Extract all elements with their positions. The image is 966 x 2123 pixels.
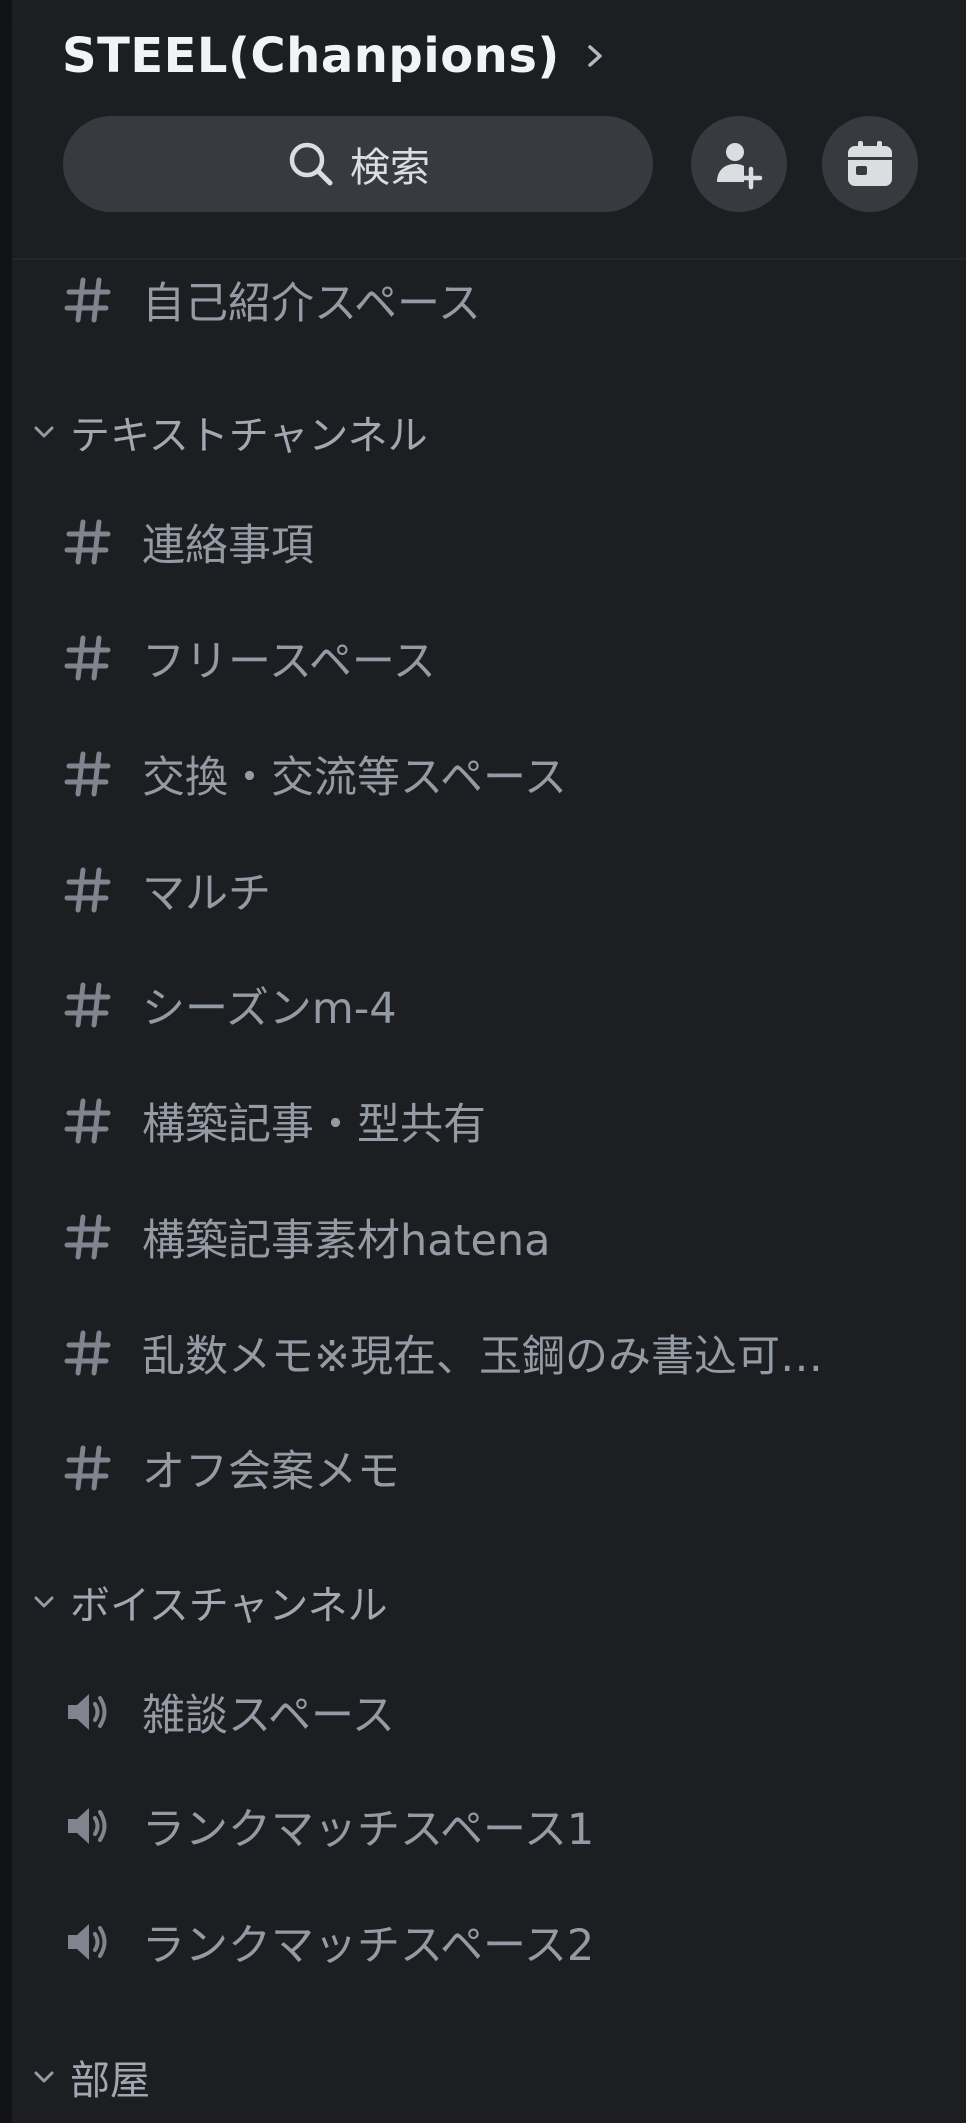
hash-icon <box>64 518 112 566</box>
server-name-button[interactable]: STEEL(Chanpions) <box>62 24 608 88</box>
channel-item-announcements[interactable]: 連絡事項 <box>12 492 966 592</box>
category-label: ボイスチャンネル <box>70 1583 388 1629</box>
channel-item-self-introduction[interactable]: 自己紹介スペース <box>12 250 966 350</box>
search-icon <box>289 142 333 186</box>
chevron-down-icon <box>34 2071 54 2083</box>
hash-icon <box>64 750 112 798</box>
speaker-icon <box>64 1802 112 1850</box>
channel-name: フリースペース <box>142 637 436 687</box>
app-screen: STEEL(Chanpions) 検索 自己紹介スペース テキストチャンネル 連… <box>0 0 966 2123</box>
channel-item-build-articles[interactable]: 構築記事・型共有 <box>12 1071 966 1171</box>
category-label: 部屋 <box>70 2058 150 2104</box>
server-name: STEEL(Chanpions) <box>62 28 560 84</box>
hash-icon <box>64 1213 112 1261</box>
search-button[interactable]: 検索 <box>63 116 653 212</box>
hash-icon <box>64 981 112 1029</box>
channel-name: 交換・交流等スペース <box>142 753 567 803</box>
calendar-icon <box>848 141 892 186</box>
channel-name: ランクマッチスペース2 <box>142 1921 595 1971</box>
invite-members-button[interactable] <box>691 116 787 212</box>
chevron-right-icon <box>588 45 602 67</box>
voice-channel-item-ranked-1[interactable]: ランクマッチスペース1 <box>12 1776 966 1876</box>
channel-name: ランクマッチスペース1 <box>142 1805 595 1855</box>
channel-item-season[interactable]: シーズンm-4 <box>12 955 966 1055</box>
events-button[interactable] <box>822 116 918 212</box>
speaker-icon <box>64 1688 112 1736</box>
category-text-channels[interactable]: テキストチャンネル <box>12 392 966 472</box>
chevron-down-icon <box>34 1596 54 1608</box>
voice-channel-item-ranked-2[interactable]: ランクマッチスペース2 <box>12 1892 966 1992</box>
channel-name: 構築記事・型共有 <box>142 1100 486 1150</box>
category-voice-channels[interactable]: ボイスチャンネル <box>12 1562 966 1642</box>
channel-item-exchange[interactable]: 交換・交流等スペース <box>12 724 966 824</box>
channel-item-offline-meetup[interactable]: オフ会案メモ <box>12 1418 966 1518</box>
sidebar-header: STEEL(Chanpions) 検索 <box>12 0 966 260</box>
channel-name: 乱数メモ※現在、玉鋼のみ書込可… <box>142 1332 824 1382</box>
speaker-icon <box>64 1918 112 1966</box>
hash-icon <box>64 1329 112 1377</box>
hash-icon <box>64 866 112 914</box>
channel-item-build-materials[interactable]: 構築記事素材hatena <box>12 1187 966 1287</box>
hash-icon <box>64 276 112 324</box>
channel-name: 雑談スペース <box>142 1691 395 1741</box>
channel-item-rng-memo[interactable]: 乱数メモ※現在、玉鋼のみ書込可… <box>12 1303 966 1403</box>
server-rail-edge <box>0 0 12 2123</box>
add-member-icon <box>717 143 763 190</box>
hash-icon <box>64 634 112 682</box>
channel-name: 自己紹介スペース <box>142 279 481 329</box>
channel-name: 連絡事項 <box>142 521 314 571</box>
channel-name: マルチ <box>142 869 271 919</box>
category-rooms[interactable]: 部屋 <box>12 2037 966 2117</box>
chevron-down-icon <box>34 426 54 438</box>
channel-sidebar: STEEL(Chanpions) 検索 自己紹介スペース テキストチャンネル 連… <box>12 0 966 2123</box>
channel-name: オフ会案メモ <box>142 1447 400 1497</box>
hash-icon <box>64 1097 112 1145</box>
category-label: テキストチャンネル <box>70 413 428 459</box>
channel-item-multi[interactable]: マルチ <box>12 840 966 940</box>
channel-item-free-space[interactable]: フリースペース <box>12 608 966 708</box>
hash-icon <box>64 1444 112 1492</box>
search-label: 検索 <box>350 145 430 191</box>
channel-name: シーズンm-4 <box>142 984 397 1034</box>
voice-channel-item-chat[interactable]: 雑談スペース <box>12 1662 966 1762</box>
channel-name: 構築記事素材hatena <box>142 1216 551 1266</box>
